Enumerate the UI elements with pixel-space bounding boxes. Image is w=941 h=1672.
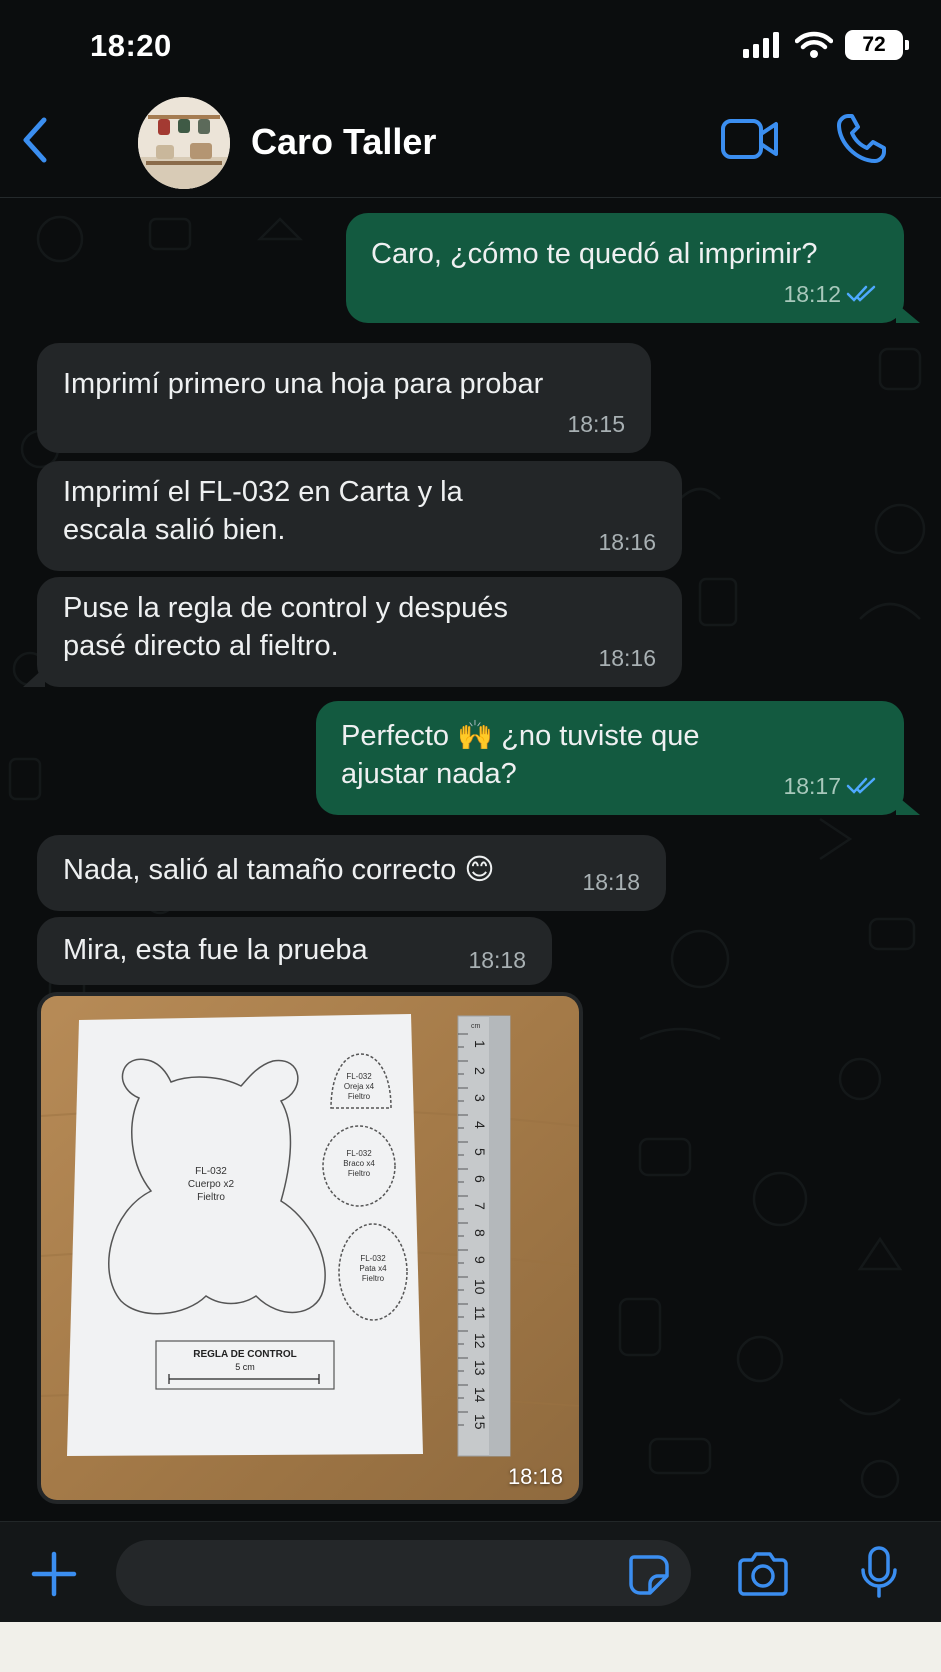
ruler-number: 1 [472,1040,488,1048]
ruler-number: 3 [472,1094,488,1102]
bubble-tail [896,795,920,815]
double-check-icon [846,777,876,794]
ear-label-line: Fieltro [348,1092,371,1101]
ruler-number: 6 [472,1175,488,1183]
ruler-number: 13 [472,1360,488,1376]
arm-label-line: FL-032 [346,1149,372,1158]
leg-label-line: Pata x4 [359,1264,387,1273]
message-text: Caro, ¿cómo te quedó al imprimir? [371,238,818,270]
message-time: 18:15 [567,411,625,437]
message-time: 18:12 [783,281,841,307]
status-bar: 18:20 72 [0,0,941,92]
incoming-message[interactable]: Puse la regla de control y después pasé … [23,577,682,687]
ruler-number: 10 [472,1279,488,1295]
message-text: Imprimí el FL-032 en Carta y la escala s… [63,473,463,549]
body-label-line: Fieltro [197,1192,225,1203]
input-bar [0,1521,941,1622]
message-text: Mira, esta fue la prueba [63,934,368,966]
photo-message[interactable]: FL-032 Cuerpo x2 Fieltro FL-032 Oreja x4… [37,992,583,1504]
message-input[interactable] [116,1540,691,1606]
page-background-strip [0,1622,941,1672]
video-camera-icon[interactable] [720,116,780,162]
photo-time: 18:18 [507,1464,563,1489]
ruler-number: 4 [472,1121,488,1129]
pattern-photo: FL-032 Cuerpo x2 Fieltro FL-032 Oreja x4… [41,996,579,1500]
ruler-number: 12 [472,1333,488,1349]
battery-indicator: 72 [845,30,909,60]
bubble-tail [896,303,920,323]
phone-icon[interactable] [834,112,888,166]
message-time: 18:18 [468,947,526,973]
message-text: Nada, salió al tamaño correcto 😊 [63,854,495,886]
message-line: pasé directo al fieltro. [63,630,339,662]
incoming-message[interactable]: Mira, esta fue la prueba 18:18 [37,917,552,985]
control-size: 5 cm [235,1362,255,1372]
chat-area[interactable]: Caro, ¿cómo te quedó al imprimir? 18:12 … [0,199,941,1521]
message-meta: 18:17 [783,767,878,805]
camera-icon[interactable] [736,1552,790,1596]
microphone-icon[interactable] [859,1546,899,1600]
ruler-number: 5 [472,1148,488,1156]
chat-header: Caro Taller [0,92,941,198]
message-line: Imprimí el FL-032 en Carta y la [63,476,463,508]
arm-label-line: Braco x4 [343,1159,375,1168]
chevron-left-icon[interactable] [20,116,50,164]
avatar-image [138,97,230,189]
message-meta: 18:12 [783,275,878,313]
message-text: Puse la regla de control y después pasé … [63,589,508,665]
signal-icon [743,32,779,58]
ruler-number: 9 [472,1256,488,1264]
status-time: 18:20 [90,28,172,63]
ruler-number: 15 [472,1414,488,1430]
message-text: Perfecto 🙌 ¿no tuviste que ajustar nada? [341,717,700,793]
ruler-unit: cm [471,1023,481,1030]
ruler-number: 8 [472,1229,488,1237]
message-line: escala salió bien. [63,514,286,546]
sticker-icon[interactable] [628,1554,670,1596]
message-line: ajustar nada? [341,758,517,790]
ruler-number: 14 [472,1387,488,1403]
outgoing-message[interactable]: Perfecto 🙌 ¿no tuviste que ajustar nada?… [316,701,920,815]
leg-label-line: Fieltro [362,1274,385,1283]
avatar[interactable] [138,97,230,189]
body-label-line: Cuerpo x2 [188,1179,235,1190]
control-title: REGLA DE CONTROL [193,1349,297,1360]
plus-icon[interactable] [30,1550,78,1598]
ear-label-line: Oreja x4 [344,1082,375,1091]
contact-name[interactable]: Caro Taller [251,121,436,163]
double-check-icon [846,285,876,302]
message-time: 18:17 [783,773,841,799]
phone-screen: 18:20 72 Caro Taller Caro, ¿cómo te qued… [0,0,941,1622]
ruler-number: 2 [472,1067,488,1075]
message-time: 18:16 [598,529,656,555]
incoming-message[interactable]: Imprimí primero una hoja para probar 18:… [37,343,651,453]
message-time: 18:18 [582,869,640,895]
leg-label-line: FL-032 [360,1254,386,1263]
bubble-tail [23,667,45,687]
message-line: Perfecto 🙌 ¿no tuviste que [341,720,700,752]
wifi-icon [795,31,833,58]
ruler-number: 7 [472,1202,488,1210]
message-line: Puse la regla de control y después [63,592,508,624]
message-text: Imprimí primero una hoja para probar [63,368,544,400]
ruler-numbers: 1 2 3 4 5 6 7 8 9 10 11 12 13 14 15 [472,1040,488,1430]
arm-label-line: Fieltro [348,1169,371,1178]
body-label-line: FL-032 [195,1166,227,1177]
message-time: 18:16 [598,645,656,671]
ruler-number: 11 [472,1306,488,1321]
ear-label-line: FL-032 [346,1072,372,1081]
status-icons: 72 [743,30,909,60]
outgoing-message[interactable]: Caro, ¿cómo te quedó al imprimir? 18:12 [346,213,920,323]
incoming-message[interactable]: Nada, salió al tamaño correcto 😊 18:18 [37,835,666,911]
incoming-message[interactable]: Imprimí el FL-032 en Carta y la escala s… [37,461,682,571]
